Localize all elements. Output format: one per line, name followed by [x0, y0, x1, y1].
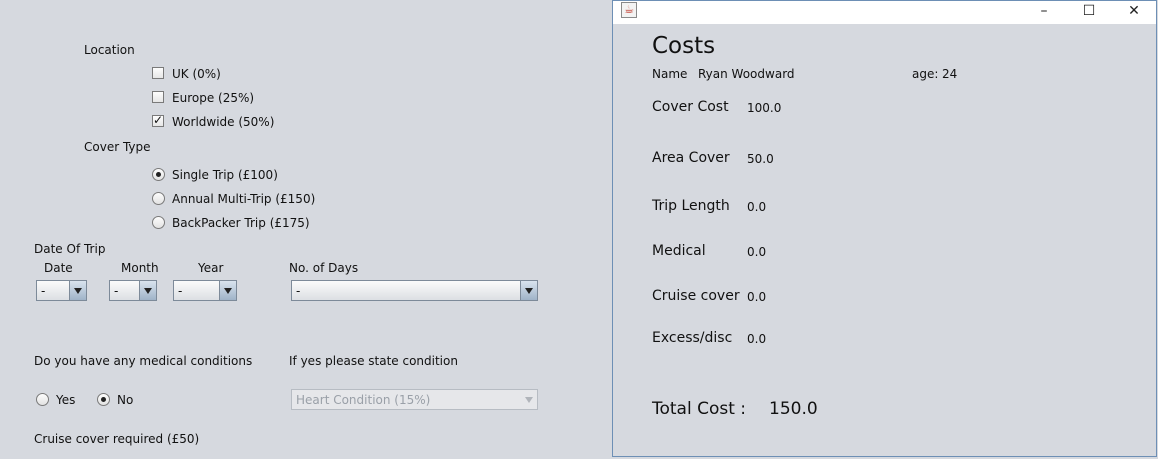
chevron-down-icon[interactable]	[139, 281, 156, 300]
excess-disc-value: 0.0	[747, 332, 767, 346]
dropdown-value: -	[114, 284, 119, 298]
date-label: Date	[44, 261, 73, 275]
name-label: Name	[652, 67, 688, 81]
area-cover-label: Area Cover	[652, 150, 730, 166]
cruise-cover-label: Cruise cover required (£50)	[34, 432, 200, 446]
chevron-down-icon[interactable]	[520, 281, 537, 300]
date-dropdown[interactable]: -	[36, 280, 87, 301]
checkbox-label[interactable]: Europe (25%)	[172, 91, 254, 105]
minimize-button[interactable]: –	[1021, 1, 1067, 24]
dropdown-value: -	[178, 284, 183, 298]
location-label: Location	[84, 43, 135, 57]
trip-length-label: Trip Length	[652, 198, 730, 214]
year-label: Year	[198, 261, 224, 275]
area-cover-value: 50.0	[747, 152, 774, 166]
radio-label[interactable]: BackPacker Trip (£175)	[172, 216, 310, 230]
chevron-down-icon[interactable]	[521, 390, 537, 409]
checkbox-box[interactable]	[152, 91, 164, 103]
cruise-cover-cost-label: Cruise cover	[652, 288, 740, 304]
java-coffee-icon: ☕	[621, 2, 637, 18]
month-dropdown[interactable]: -	[109, 280, 157, 301]
dropdown-value: -	[41, 284, 46, 298]
dropdown-value: -	[296, 284, 301, 298]
cover-cost-label: Cover Cost	[652, 99, 729, 115]
radio-button[interactable]	[97, 393, 110, 406]
name-value: Ryan Woodward	[698, 67, 795, 81]
radio-label[interactable]: No	[117, 393, 133, 407]
radio-label[interactable]: Yes	[56, 393, 75, 407]
no-of-days-label: No. of Days	[289, 261, 359, 275]
radio-button[interactable]	[152, 216, 165, 229]
no-of-days-dropdown[interactable]: -	[291, 280, 538, 301]
medical-condition-dropdown[interactable]: Heart Condition (15%)	[291, 389, 538, 410]
radio-button[interactable]	[152, 168, 165, 181]
excess-disc-label: Excess/disc	[652, 330, 733, 346]
dropdown-value: Heart Condition (15%)	[296, 393, 431, 407]
condition-prompt: If yes please state condition	[289, 354, 458, 368]
close-button[interactable]: ✕	[1111, 1, 1157, 24]
chevron-down-icon[interactable]	[69, 281, 86, 300]
checkbox-label[interactable]: Worldwide (50%)	[172, 115, 274, 129]
maximize-button[interactable]: ☐	[1066, 1, 1112, 24]
radio-button[interactable]	[36, 393, 49, 406]
cover-type-label: Cover Type	[84, 140, 151, 154]
radio-label[interactable]: Annual Multi-Trip (£150)	[172, 192, 315, 206]
age-value: 24	[942, 67, 958, 81]
title-bar[interactable]: ☕ – ☐ ✕	[613, 1, 1156, 24]
cover-cost-value: 100.0	[747, 101, 782, 115]
checkbox-box[interactable]	[152, 113, 164, 127]
medical-value: 0.0	[747, 245, 767, 259]
year-dropdown[interactable]: -	[173, 280, 237, 301]
total-cost-label: Total Cost :	[652, 399, 747, 419]
costs-window: ☕ – ☐ ✕ Costs Name Ryan Woodward age: 24…	[612, 0, 1157, 457]
cruise-cover-cost-value: 0.0	[747, 290, 767, 304]
radio-label[interactable]: Single Trip (£100)	[172, 168, 278, 182]
checkbox-label[interactable]: UK (0%)	[172, 67, 221, 81]
checkbox-box[interactable]	[152, 67, 164, 79]
age-label: age:	[912, 67, 939, 81]
date-of-trip-label: Date Of Trip	[34, 242, 106, 256]
trip-length-value: 0.0	[747, 200, 767, 214]
medical-question: Do you have any medical conditions	[34, 354, 253, 368]
medical-label: Medical	[652, 243, 706, 259]
costs-title: Costs	[652, 33, 716, 59]
radio-button[interactable]	[152, 192, 165, 205]
total-cost-value: 150.0	[769, 399, 818, 419]
chevron-down-icon[interactable]	[219, 281, 236, 300]
month-label: Month	[121, 261, 159, 275]
